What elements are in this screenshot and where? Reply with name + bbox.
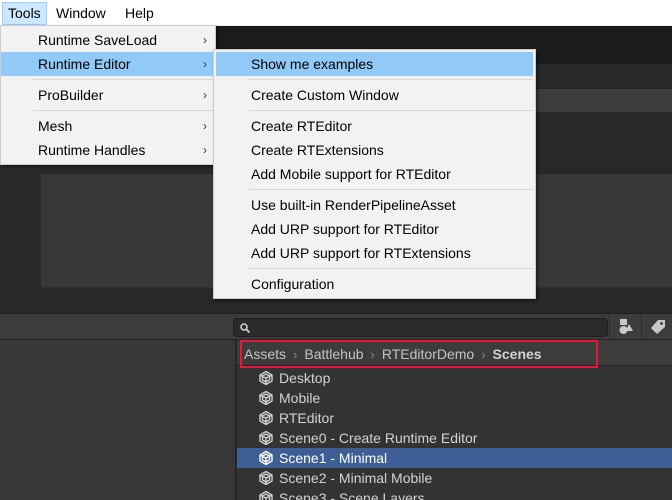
menu-item-label: Mesh	[38, 118, 73, 134]
menu-help[interactable]: Help	[120, 2, 159, 25]
menubar: Tools Window Help	[0, 0, 672, 26]
menu-item-add-urp-rtextensions[interactable]: Add URP support for RTExtensions	[216, 241, 533, 265]
unity-scene-icon	[259, 390, 273, 406]
file-name: Desktop	[279, 370, 331, 386]
unity-scene-icon	[259, 410, 273, 426]
unity-scene-icon	[259, 470, 273, 486]
breadcrumb-item-battlehub[interactable]: Battlehub	[304, 346, 363, 362]
file-item-scene0[interactable]: Scene0 - Create Runtime Editor	[237, 428, 672, 448]
submenu-arrow-icon: ›	[203, 119, 207, 133]
breadcrumb-separator-icon: ›	[293, 346, 298, 362]
filter-by-label-icon	[650, 320, 665, 334]
breadcrumb-separator-icon: ›	[481, 346, 486, 362]
breadcrumb-separator-icon: ›	[370, 346, 375, 362]
runtime-editor-submenu: Show me examples Create Custom Window Cr…	[213, 49, 536, 299]
project-search-input[interactable]	[233, 318, 608, 337]
file-item-scene1[interactable]: Scene1 - Minimal	[237, 448, 672, 468]
menu-item-add-mobile-support[interactable]: Add Mobile support for RTEditor	[216, 162, 533, 186]
submenu-arrow-icon: ›	[203, 33, 207, 47]
filter-by-type-button[interactable]	[609, 314, 641, 340]
menu-item-probuilder[interactable]: ProBuilder ›	[1, 83, 215, 107]
breadcrumb-item-assets[interactable]: Assets	[244, 346, 286, 362]
menu-item-create-custom-window[interactable]: Create Custom Window	[216, 83, 533, 107]
file-name: Scene2 - Minimal Mobile	[279, 470, 433, 486]
filter-by-type-icon	[619, 319, 633, 334]
unity-scene-icon	[259, 430, 273, 446]
breadcrumb-item-scenes[interactable]: Scenes	[493, 346, 542, 362]
menu-item-label: Runtime SaveLoad	[38, 32, 158, 48]
menu-separator	[216, 265, 533, 272]
menu-separator	[1, 76, 215, 83]
menu-item-use-builtin-rp[interactable]: Use built-in RenderPipelineAsset	[216, 193, 533, 217]
submenu-arrow-icon: ›	[203, 57, 207, 71]
file-item-scene3[interactable]: Scene3 - Scene Layers	[237, 488, 672, 500]
submenu-arrow-icon: ›	[203, 88, 207, 102]
unity-scene-icon	[259, 370, 273, 386]
menu-item-add-urp-rteditor[interactable]: Add URP support for RTEditor	[216, 217, 533, 241]
file-item-rteditor[interactable]: RTEditor	[237, 408, 672, 428]
project-folder-tree[interactable]	[0, 340, 236, 500]
menu-item-label: ProBuilder	[38, 87, 104, 103]
file-list: Desktop Mobile RTEditor Scene0 - Create …	[237, 368, 672, 500]
menu-separator	[216, 107, 533, 114]
file-name: Scene3 - Scene Layers	[279, 490, 425, 500]
breadcrumb: Assets › Battlehub › RTEditorDemo › Scen…	[240, 340, 598, 368]
file-item-desktop[interactable]: Desktop	[237, 368, 672, 388]
menu-item-mesh[interactable]: Mesh ›	[1, 114, 215, 138]
menu-item-create-rteditor[interactable]: Create RTEditor	[216, 114, 533, 138]
menu-separator	[1, 107, 215, 114]
menu-separator	[216, 76, 533, 83]
file-name: Scene1 - Minimal	[279, 450, 388, 466]
search-icon	[240, 323, 251, 334]
menu-item-runtime-editor[interactable]: Runtime Editor ›	[1, 52, 215, 76]
menu-item-runtime-handles[interactable]: Runtime Handles ›	[1, 138, 215, 162]
menu-item-configuration[interactable]: Configuration	[216, 272, 533, 296]
menu-item-runtime-saveload[interactable]: Runtime SaveLoad ›	[1, 28, 215, 52]
filter-by-label-button[interactable]	[641, 314, 672, 340]
menu-separator	[216, 186, 533, 193]
unity-scene-icon	[259, 450, 273, 466]
menu-item-create-rtextensions[interactable]: Create RTExtensions	[216, 138, 533, 162]
unity-scene-icon	[259, 490, 273, 500]
file-name: RTEditor	[279, 410, 334, 426]
menu-tools[interactable]: Tools	[2, 2, 47, 25]
menu-item-label: Runtime Handles	[38, 142, 146, 158]
file-name: Scene0 - Create Runtime Editor	[279, 430, 478, 446]
file-name: Mobile	[279, 390, 321, 406]
menu-item-label: Runtime Editor	[38, 56, 131, 72]
menu-window[interactable]: Window	[51, 2, 111, 25]
menu-item-show-me-examples[interactable]: Show me examples	[216, 52, 533, 76]
breadcrumb-item-rteditordemo[interactable]: RTEditorDemo	[382, 346, 474, 362]
file-item-scene2[interactable]: Scene2 - Minimal Mobile	[237, 468, 672, 488]
tools-menu: Runtime SaveLoad › Runtime Editor › ProB…	[0, 25, 216, 165]
submenu-arrow-icon: ›	[203, 143, 207, 157]
file-item-mobile[interactable]: Mobile	[237, 388, 672, 408]
